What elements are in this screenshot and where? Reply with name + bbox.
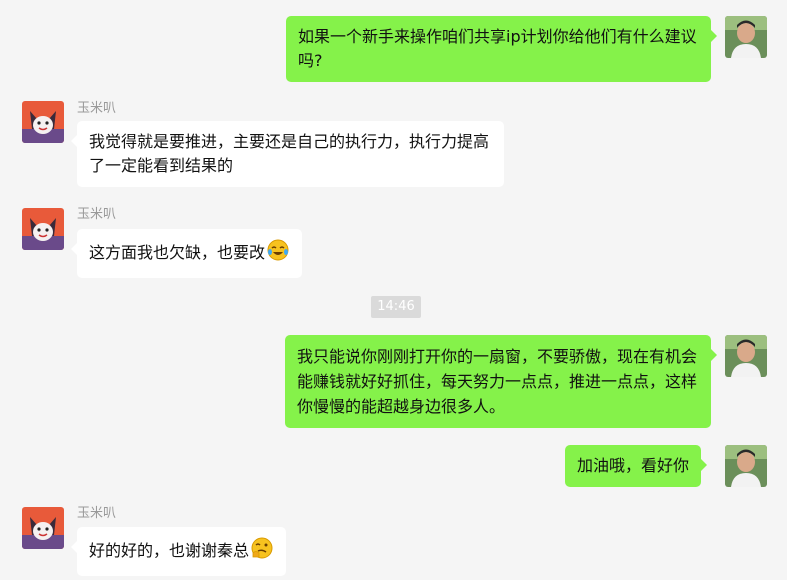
my-avatar[interactable]: [725, 16, 767, 58]
sender-name: 玉米叭: [77, 506, 117, 521]
my-avatar[interactable]: [725, 335, 767, 377]
laughing-tears-emoji-icon: [266, 238, 290, 269]
chat-window: 如果一个新手来操作咱们共享ip计划你给他们有什么建议吗? 玉米叭 我觉得就是要推…: [0, 0, 787, 580]
contact-avatar[interactable]: [22, 208, 64, 250]
sender-name: 玉米叭: [77, 101, 117, 116]
timestamp: 14:46: [371, 296, 421, 318]
sender-name: 玉米叭: [77, 207, 117, 222]
thinking-smirk-emoji-icon: [250, 536, 274, 567]
message-text: 我只能说你刚刚打开你的一扇窗，不要骄傲，现在有机会能赚钱就好好抓住，每天努力一点…: [297, 347, 698, 416]
my-message-bubble[interactable]: 我只能说你刚刚打开你的一扇窗，不要骄傲，现在有机会能赚钱就好好抓住，每天努力一点…: [285, 335, 717, 428]
contact-message-bubble[interactable]: 这方面我也欠缺，也要改: [70, 229, 303, 278]
message-text: 加油哦，看好你: [577, 456, 690, 475]
my-message-bubble[interactable]: 加油哦，看好你: [565, 445, 708, 487]
message-text: 这方面我也欠缺，也要改: [89, 243, 266, 262]
contact-avatar[interactable]: [22, 101, 64, 143]
message-text: 我觉得就是要推进，主要还是自己的执行力，执行力提高了一定能看到结果的: [89, 132, 490, 175]
my-message-bubble[interactable]: 如果一个新手来操作咱们共享ip计划你给他们有什么建议吗?: [286, 16, 717, 82]
message-text: 如果一个新手来操作咱们共享ip计划你给他们有什么建议吗?: [298, 27, 697, 70]
contact-message-bubble[interactable]: 我觉得就是要推进，主要还是自己的执行力，执行力提高了一定能看到结果的: [71, 121, 504, 187]
message-text: 好的好的，也谢谢秦总: [89, 541, 250, 560]
contact-avatar[interactable]: [22, 507, 64, 549]
my-avatar[interactable]: [725, 445, 767, 487]
contact-message-bubble[interactable]: 好的好的，也谢谢秦总: [70, 527, 287, 576]
